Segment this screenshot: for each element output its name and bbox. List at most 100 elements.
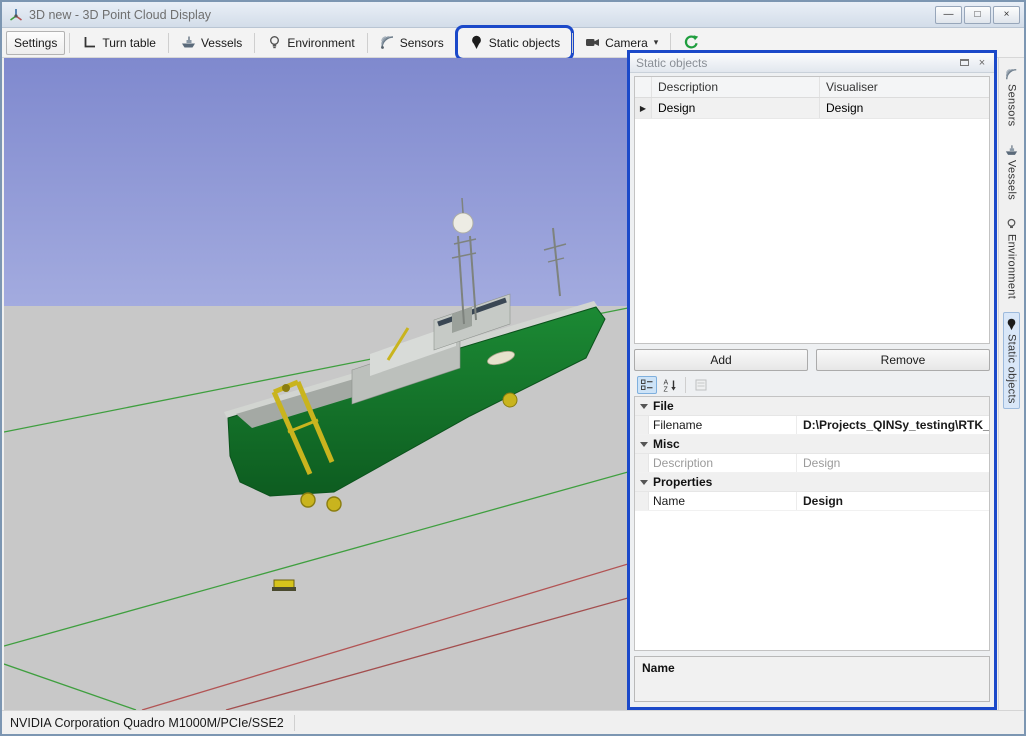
side-tab-label: Static objects — [1006, 334, 1018, 404]
toolbar-separator — [367, 33, 368, 53]
chevron-down-icon: ▾ — [654, 37, 659, 48]
categorized-view-icon[interactable] — [637, 376, 657, 394]
environment-button[interactable]: Environment — [259, 31, 362, 55]
cell-description: Design — [652, 98, 820, 118]
property-pages-icon — [691, 376, 711, 394]
property-label: Description — [649, 454, 797, 472]
svg-text:A: A — [664, 380, 669, 387]
static-objects-button[interactable]: Static objects — [461, 31, 568, 55]
minimize-button[interactable]: — — [935, 6, 962, 24]
camera-label: Camera — [605, 36, 648, 50]
category-label: Properties — [653, 475, 712, 489]
gpu-status-text: NVIDIA Corporation Quadro M1000M/PCIe/SS… — [10, 716, 284, 730]
static-objects-label: Static objects — [489, 36, 560, 50]
title-bar[interactable]: 3D new - 3D Point Cloud Display — □ × — [2, 2, 1024, 28]
remove-button[interactable]: Remove — [816, 349, 990, 371]
window-title: 3D new - 3D Point Cloud Display — [29, 8, 935, 22]
collapse-chevron-icon[interactable] — [640, 442, 648, 447]
statusbar-separator — [294, 715, 295, 731]
settings-button[interactable]: Settings — [6, 31, 65, 55]
panel-close-icon[interactable]: × — [974, 56, 990, 70]
add-button[interactable]: Add — [634, 349, 808, 371]
category-file[interactable]: File — [635, 397, 989, 416]
vessels-button[interactable]: Vessels — [173, 31, 250, 55]
property-value-filename[interactable]: D:\Projects_QINSy_testing\RTK_T — [797, 416, 989, 434]
toolbar-separator — [572, 33, 573, 53]
collapse-chevron-icon[interactable] — [640, 480, 648, 485]
static-objects-icon — [1005, 318, 1018, 331]
property-description-box: Name — [634, 656, 990, 702]
side-tab-environment[interactable]: Environment — [1003, 212, 1020, 305]
maximize-button[interactable]: □ — [964, 6, 991, 24]
camera-icon — [585, 35, 600, 50]
sky — [4, 58, 628, 306]
refresh-icon — [683, 34, 700, 51]
svg-text:Z: Z — [664, 387, 669, 393]
property-value-name[interactable]: Design — [797, 492, 989, 510]
property-value-description: Design — [797, 454, 989, 472]
viewport-3d[interactable] — [4, 58, 628, 710]
grid-indent — [635, 416, 649, 434]
toolbar-separator — [685, 377, 686, 393]
table-row[interactable]: ▶ Design Design — [635, 98, 989, 119]
app-icon — [8, 7, 24, 23]
category-label: Misc — [653, 437, 680, 451]
rov-model — [272, 580, 296, 591]
marker-column-header — [635, 77, 652, 97]
static-objects-icon — [469, 35, 484, 50]
category-misc[interactable]: Misc — [635, 435, 989, 454]
settings-label: Settings — [14, 36, 57, 50]
property-grid: File Filename D:\Projects_QINSy_testing\… — [634, 396, 990, 651]
property-grid-toolbar: A Z — [634, 374, 990, 396]
table-header-row: Description Visualiser — [635, 77, 989, 98]
turn-table-button[interactable]: Turn table — [74, 31, 164, 55]
cell-visualiser: Design — [820, 98, 989, 118]
radar-dome — [453, 213, 473, 233]
sensors-button[interactable]: Sensors — [372, 31, 452, 55]
turn-table-label: Turn table — [102, 36, 156, 50]
vessels-icon — [1005, 144, 1018, 157]
column-header-description[interactable]: Description — [652, 77, 820, 97]
property-row-filename[interactable]: Filename D:\Projects_QINSy_testing\RTK_T — [635, 416, 989, 435]
panel-header[interactable]: Static objects × — [630, 53, 994, 73]
side-tab-label: Environment — [1006, 234, 1018, 299]
property-row-description[interactable]: Description Design — [635, 454, 989, 473]
side-tab-label: Sensors — [1006, 84, 1018, 126]
sensors-label: Sensors — [400, 36, 444, 50]
environment-label: Environment — [287, 36, 354, 50]
side-tab-vessels[interactable]: Vessels — [1003, 138, 1020, 206]
alphabetical-sort-icon[interactable]: A Z — [660, 376, 680, 394]
toolbar-separator — [254, 33, 255, 53]
toolbar-separator — [456, 33, 457, 53]
panel-title: Static objects — [636, 56, 954, 70]
grid-indent — [635, 454, 649, 472]
app-window: 3D new - 3D Point Cloud Display — □ × Se… — [0, 0, 1026, 736]
environment-icon — [1005, 218, 1018, 231]
toolbar-separator — [168, 33, 169, 53]
side-tab-label: Vessels — [1006, 160, 1018, 200]
toolbar-separator — [69, 33, 70, 53]
collapse-chevron-icon[interactable] — [640, 404, 648, 409]
vessels-label: Vessels — [201, 36, 242, 50]
sensors-icon — [1005, 68, 1018, 81]
side-tab-sensors[interactable]: Sensors — [1003, 62, 1020, 132]
table-empty-area — [635, 119, 989, 343]
property-row-name[interactable]: Name Design — [635, 492, 989, 511]
static-objects-table: Description Visualiser ▶ Design Design — [634, 76, 990, 344]
status-bar: NVIDIA Corporation Quadro M1000M/PCIe/SS… — [2, 710, 1024, 734]
property-label: Filename — [649, 416, 797, 434]
docked-panel-tab-strip: Sensors Vessels Environment Static objec… — [998, 58, 1024, 710]
property-description-title: Name — [642, 661, 982, 675]
table-actions: Add Remove — [634, 349, 990, 371]
dock-pin-icon[interactable] — [956, 56, 972, 70]
sensors-icon — [380, 35, 395, 50]
environment-icon — [267, 35, 282, 50]
column-header-visualiser[interactable]: Visualiser — [820, 77, 989, 97]
grid-indent — [635, 492, 649, 510]
property-label: Name — [649, 492, 797, 510]
static-objects-panel-highlight: Static objects × Description Visualiser … — [627, 50, 997, 710]
grid-empty-area — [635, 511, 989, 650]
side-tab-static-objects[interactable]: Static objects — [1003, 312, 1020, 410]
close-button[interactable]: × — [993, 6, 1020, 24]
category-properties[interactable]: Properties — [635, 473, 989, 492]
